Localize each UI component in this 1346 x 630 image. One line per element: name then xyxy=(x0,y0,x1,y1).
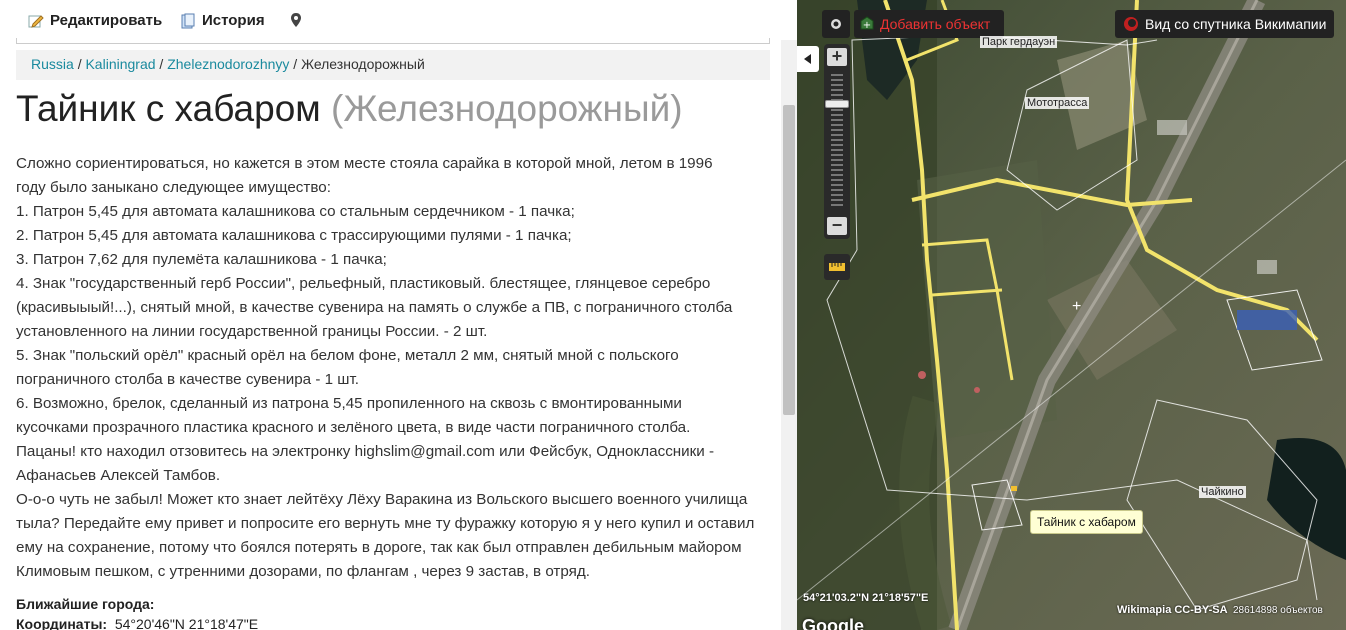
object-count: 28614898 объектов xyxy=(1233,605,1323,616)
breadcrumb-separator: / xyxy=(159,56,164,72)
map-pin-icon xyxy=(291,13,301,27)
zoom-in-button[interactable]: + xyxy=(827,47,847,66)
description-line: кусочками прозрачного пластика красного … xyxy=(16,419,691,436)
toolbar: Редактировать История xyxy=(0,0,797,40)
edit-label: Редактировать xyxy=(50,12,163,29)
description-line: О-о-о чуть не забыл! Может кто знает лей… xyxy=(16,491,748,508)
breadcrumb: Russia / Kaliningrad / Zheleznodorozhnyy… xyxy=(16,50,770,80)
breadcrumb-separator: / xyxy=(293,56,298,72)
place-panel: Редактировать История Russia / Kaliningr… xyxy=(0,0,797,630)
zoom-control: + − xyxy=(824,44,850,239)
add-object-label: Добавить объект xyxy=(880,16,991,32)
description-line: 1. Патрон 5,45 для автомата калашникова … xyxy=(16,203,575,220)
coordinates-label: Координаты: xyxy=(16,616,108,630)
nearest-cities-label: Ближайшие города: xyxy=(16,596,155,612)
description-line: пограничного столба в качестве сувенира … xyxy=(16,371,359,388)
description-line: 3. Патрон 7,62 для пулемёта калашникова … xyxy=(16,251,387,268)
target-dot-icon xyxy=(831,19,841,29)
description-line: ему на сохранение, потому что боялся пот… xyxy=(16,539,742,556)
place-description: Сложно сориентироваться, но кажется в эт… xyxy=(16,152,776,584)
map-mode-button[interactable] xyxy=(822,10,850,38)
ruler-icon xyxy=(829,263,845,271)
breadcrumb-country[interactable]: Russia xyxy=(31,56,74,72)
zoom-slider[interactable] xyxy=(831,74,843,209)
cursor-coordinates: 54°21'03.2"N 21°18'57"E xyxy=(803,592,929,604)
description-line: установленного на линии государственной … xyxy=(16,323,488,340)
edit-button[interactable]: Редактировать xyxy=(28,12,162,29)
license-text[interactable]: Wikimapia CC-BY-SA xyxy=(1117,604,1228,616)
history-button[interactable]: История xyxy=(180,12,265,29)
breadcrumb-current: Железнодорожный xyxy=(301,56,425,72)
collapse-map-button[interactable] xyxy=(797,46,819,72)
satellite-view-label: Вид со спутника Викимапии xyxy=(1145,16,1327,32)
title-main: Тайник с хабаром xyxy=(16,88,321,129)
ruler-button[interactable] xyxy=(824,254,850,280)
map-view[interactable]: + Добавить объект Вид со спутника Викима… xyxy=(797,0,1346,630)
scrollbar-thumb[interactable] xyxy=(783,105,795,415)
map-label-motortrack: Мототрасса xyxy=(1025,97,1090,109)
zoom-slider-handle[interactable] xyxy=(825,100,849,108)
description-line: Пацаны! кто находил отзовитесь на электр… xyxy=(16,443,715,460)
breadcrumb-district[interactable]: Zheleznodorozhnyy xyxy=(167,56,289,72)
description-line: 5. Знак "польский орёл" красный орёл на … xyxy=(16,347,679,364)
coordinates-value[interactable]: 54°20'46"N 21°18'47"E xyxy=(115,616,258,630)
description-line: 6. Возможно, брелок, сделанный из патрон… xyxy=(16,395,682,412)
add-object-button[interactable]: + Добавить объект xyxy=(854,10,1004,38)
description-line: 4. Знак "государственный герб России", р… xyxy=(16,275,711,292)
svg-text:+: + xyxy=(863,20,871,31)
satellite-view-button[interactable]: Вид со спутника Викимапии xyxy=(1115,10,1334,38)
map-center-crosshair: + xyxy=(1072,298,1082,315)
description-line: 2. Патрон 5,45 для автомата калашникова … xyxy=(16,227,572,244)
place-meta: Ближайшие города: Координаты: 54°20'46"N… xyxy=(16,594,258,630)
place-tooltip[interactable]: Тайник с хабаром xyxy=(1030,510,1143,534)
location-button[interactable] xyxy=(288,12,304,28)
history-label: История xyxy=(202,12,265,29)
description-line: Афанасьев Алексей Тамбов. xyxy=(16,467,221,484)
description-line: тыла? Передайте ему привет и попросите е… xyxy=(16,515,755,532)
description-line: Сложно сориентироваться, но кажется в эт… xyxy=(16,155,713,172)
page-title: Тайник с хабаром (Железнодорожный) xyxy=(16,88,683,130)
description-line: (красивыыый!...), снятый мной, в качеств… xyxy=(16,299,733,316)
add-object-icon: + xyxy=(860,16,874,31)
wikimapia-icon xyxy=(1124,17,1138,31)
history-icon xyxy=(181,13,195,28)
zoom-out-button[interactable]: − xyxy=(827,216,847,235)
google-logo: Google xyxy=(802,616,864,630)
description-line: году было заныкано следующее имущество: xyxy=(16,179,331,196)
breadcrumb-region[interactable]: Kaliningrad xyxy=(85,56,155,72)
map-label-park: Парк гердауэн xyxy=(980,36,1058,48)
description-line: Климовым пешком, с утренними дозорами, п… xyxy=(16,563,590,580)
breadcrumb-separator: / xyxy=(77,56,82,72)
pencil-icon xyxy=(28,14,44,28)
title-city: (Железнодорожный) xyxy=(331,88,683,129)
search-box-edge xyxy=(16,38,770,44)
chevron-left-icon xyxy=(804,54,811,64)
map-label-chaikino: Чайкино xyxy=(1199,486,1246,498)
